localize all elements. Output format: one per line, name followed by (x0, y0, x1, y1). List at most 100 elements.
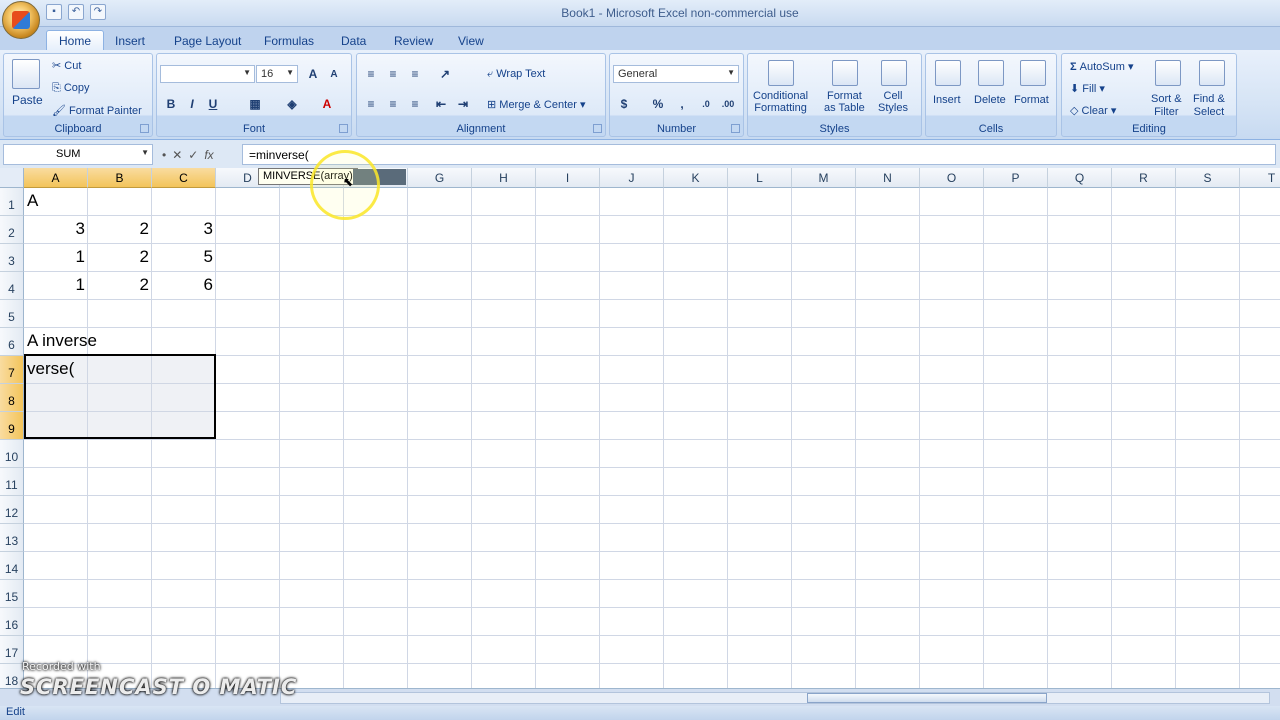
tab-home[interactable]: Home (46, 30, 105, 52)
comma-icon[interactable]: , (672, 95, 692, 113)
row-header-11[interactable]: 11 (0, 468, 24, 496)
column-header-j[interactable]: J (600, 168, 664, 188)
column-header-c[interactable]: C (152, 168, 216, 188)
cell-c4[interactable]: 6 (152, 275, 216, 301)
column-header-l[interactable]: L (728, 168, 792, 188)
name-box[interactable]: SUM ▼ (3, 144, 153, 165)
font-launcher-icon[interactable] (339, 124, 348, 133)
tab-review[interactable]: Review (394, 31, 433, 52)
scroll-thumb[interactable] (807, 693, 1047, 703)
office-button[interactable] (2, 1, 40, 39)
horizontal-scrollbar[interactable] (280, 692, 1270, 704)
cell-b4[interactable]: 2 (88, 275, 152, 301)
find-select-button[interactable]: Find & Select (1193, 93, 1225, 119)
column-header-g[interactable]: G (408, 168, 472, 188)
alignment-launcher-icon[interactable] (593, 124, 602, 133)
column-header-n[interactable]: N (856, 168, 920, 188)
align-top-icon[interactable]: ≡ (361, 65, 381, 83)
fill-color-icon[interactable]: ◈ (282, 95, 302, 113)
align-middle-icon[interactable]: ≡ (383, 65, 403, 83)
align-center-icon[interactable]: ≡ (383, 95, 403, 113)
row-header-2[interactable]: 2 (0, 216, 24, 244)
row-header-1[interactable]: 1 (0, 188, 24, 216)
percent-icon[interactable]: % (648, 95, 668, 113)
cell-a2[interactable]: 3 (24, 219, 88, 245)
column-header-i[interactable]: I (536, 168, 600, 188)
fill-button[interactable]: ⬇ Fill ▾ (1070, 82, 1105, 95)
column-header-b[interactable]: B (88, 168, 152, 188)
number-launcher-icon[interactable] (731, 124, 740, 133)
font-name-dropdown[interactable]: ▼ (160, 65, 255, 83)
cancel-x-icon[interactable]: ✕ (172, 148, 182, 162)
wrap-text-button[interactable]: ⤶ Wrap Text (487, 68, 545, 81)
formula-input[interactable]: =minverse( (242, 144, 1276, 165)
format-cells-button[interactable]: Format (1014, 94, 1049, 106)
cell-c3[interactable]: 5 (152, 247, 216, 273)
row-header-5[interactable]: 5 (0, 300, 24, 328)
grow-font-icon[interactable]: A (303, 65, 323, 83)
column-header-o[interactable]: O (920, 168, 984, 188)
tab-formulas[interactable]: Formulas (264, 31, 314, 52)
cell-a7[interactable]: verse( (24, 359, 224, 385)
row-header-13[interactable]: 13 (0, 524, 24, 552)
cut-button[interactable]: ✂ Cut (52, 59, 81, 72)
delete-cells-button[interactable]: Delete (974, 94, 1006, 106)
enter-check-icon[interactable]: ✓ (188, 148, 198, 162)
row-header-16[interactable]: 16 (0, 608, 24, 636)
align-right-icon[interactable]: ≡ (405, 95, 425, 113)
row-header-12[interactable]: 12 (0, 496, 24, 524)
cell-b3[interactable]: 2 (88, 247, 152, 273)
row-header-4[interactable]: 4 (0, 272, 24, 300)
sort-filter-button[interactable]: Sort & Filter (1151, 93, 1182, 119)
column-header-h[interactable]: H (472, 168, 536, 188)
paste-button[interactable]: Paste (12, 93, 43, 107)
cell-a6[interactable]: A inverse (24, 331, 224, 357)
row-header-14[interactable]: 14 (0, 552, 24, 580)
copy-button[interactable]: ⎘ Copy (52, 82, 90, 95)
increase-indent-icon[interactable]: ⇥ (453, 95, 473, 113)
font-color-icon[interactable]: A (317, 95, 337, 113)
column-header-t[interactable]: T (1240, 168, 1280, 188)
row-header-8[interactable]: 8 (0, 384, 24, 412)
row-header-6[interactable]: 6 (0, 328, 24, 356)
column-header-r[interactable]: R (1112, 168, 1176, 188)
column-header-a[interactable]: A (24, 168, 88, 188)
clipboard-launcher-icon[interactable] (140, 124, 149, 133)
column-header-q[interactable]: Q (1048, 168, 1112, 188)
decrease-decimal-icon[interactable]: .00 (718, 95, 738, 113)
cell-c2[interactable]: 3 (152, 219, 216, 245)
clear-button[interactable]: ◇ Clear ▾ (1070, 104, 1116, 117)
align-left-icon[interactable]: ≡ (361, 95, 381, 113)
underline-button[interactable]: U (203, 95, 223, 113)
column-header-p[interactable]: P (984, 168, 1048, 188)
format-as-table-button[interactable]: Format as Table (824, 90, 865, 114)
number-format-dropdown[interactable]: General ▼ (613, 65, 739, 83)
spreadsheet-grid[interactable]: ABCDEFGHIJKLMNOPQRST12345678910111213141… (0, 168, 1280, 688)
borders-icon[interactable]: ▦ (245, 95, 265, 113)
cell-a3[interactable]: 1 (24, 247, 88, 273)
merge-center-button[interactable]: ⊞ Merge & Center ▾ (487, 98, 586, 111)
row-header-3[interactable]: 3 (0, 244, 24, 272)
orientation-icon[interactable]: ↗ (435, 65, 455, 83)
row-header-9[interactable]: 9 (0, 412, 24, 440)
cell-b2[interactable]: 2 (88, 219, 152, 245)
row-header-17[interactable]: 17 (0, 636, 24, 664)
column-header-s[interactable]: S (1176, 168, 1240, 188)
conditional-formatting-button[interactable]: Conditional Formatting (753, 90, 808, 114)
select-all-corner[interactable] (0, 168, 24, 188)
column-header-k[interactable]: K (664, 168, 728, 188)
align-bottom-icon[interactable]: ≡ (405, 65, 425, 83)
insert-function-icon[interactable]: fx (204, 148, 213, 162)
bold-button[interactable]: B (161, 95, 181, 113)
row-header-15[interactable]: 15 (0, 580, 24, 608)
cell-a1[interactable]: A (24, 191, 224, 217)
autosum-button[interactable]: Σ AutoSum ▾ (1070, 60, 1134, 73)
column-header-m[interactable]: M (792, 168, 856, 188)
increase-decimal-icon[interactable]: .0 (696, 95, 716, 113)
currency-icon[interactable]: $ (614, 95, 634, 113)
tab-data[interactable]: Data (341, 31, 366, 52)
italic-button[interactable]: I (182, 95, 202, 113)
decrease-indent-icon[interactable]: ⇤ (431, 95, 451, 113)
cell-styles-button[interactable]: Cell Styles (878, 90, 908, 114)
tab-view[interactable]: View (458, 31, 484, 52)
